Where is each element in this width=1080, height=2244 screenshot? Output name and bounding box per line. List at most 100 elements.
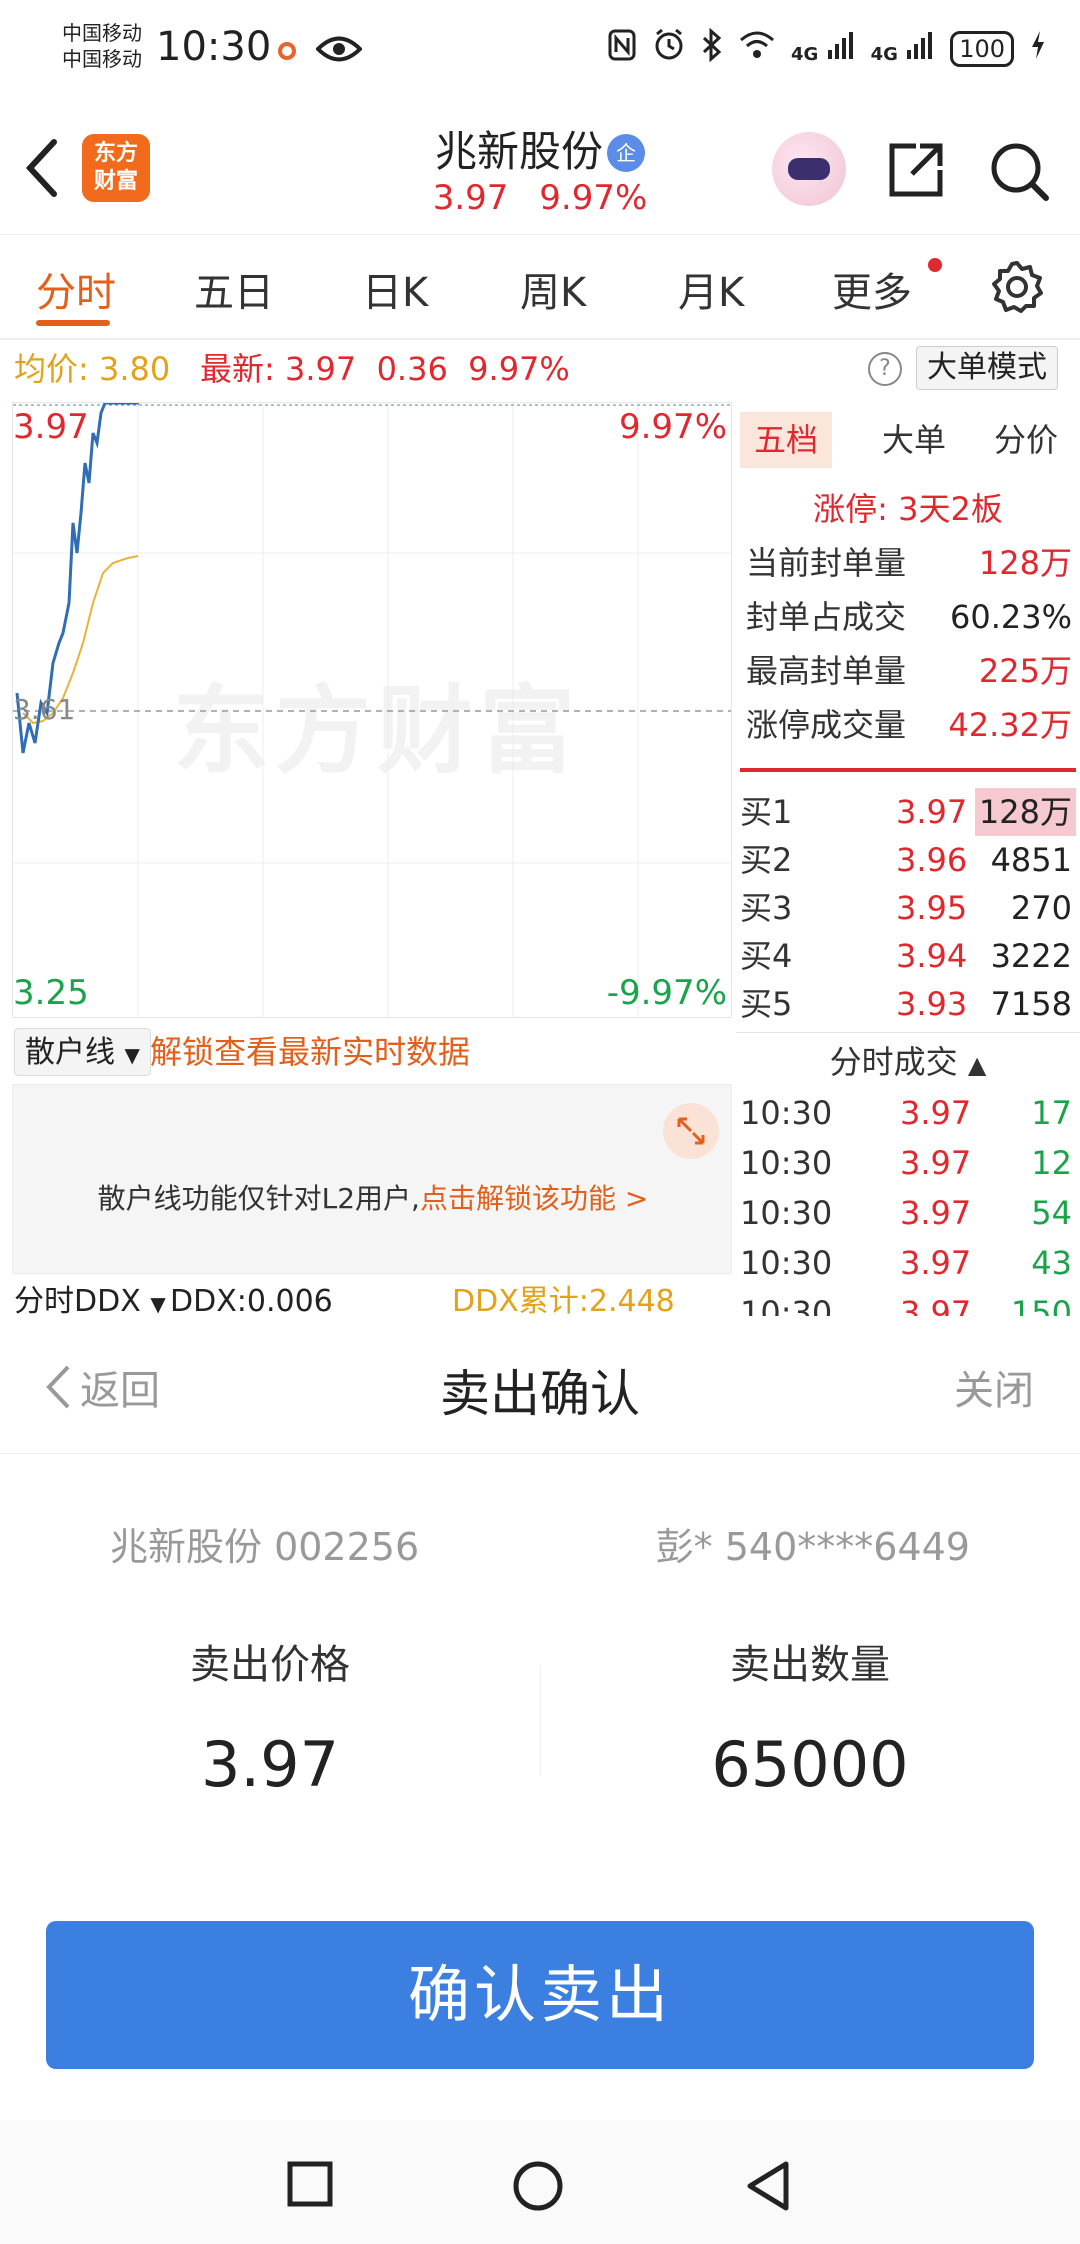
tab-more[interactable]: 更多 [832,260,912,318]
tab-five-day[interactable]: 五日 [194,260,274,318]
big-order-mode-button[interactable]: 大单模式 [916,346,1058,390]
locked-feature-message: 散户线功能仅针对L2用户,点击解锁该功能 > [13,1177,733,1217]
seal-stat-row: 涨停成交量 42.32万 [746,698,1072,752]
recents-icon[interactable] [286,2160,334,2212]
intraday-chart[interactable]: 东方财富 3.97 9.97% 3.61 3.25 -9.97% [12,402,732,1018]
search-icon[interactable] [988,140,1050,206]
chart-top-price: 3.97 [13,407,89,447]
latest-value: 3.97 [284,350,357,388]
chart-period-tabs: 分时 五日 日K 周K 月K 更多 [0,236,1080,340]
indicator-select-label: 散户线 [25,1035,115,1070]
sell-price-label: 卖出价格 [190,1642,350,1688]
indicator-select[interactable]: 散户线 ▼ [14,1028,151,1076]
bid-row[interactable]: 买3 3.95 270 [740,884,1076,932]
trade-time: 10:30 [740,1094,833,1132]
seal-stat-label: 涨停成交量 [746,706,907,744]
retail-line-section: 散户线 ▼ 解锁查看最新实时数据 散户线功能仅针对L2用户,点击解锁该功能 > … [12,1022,732,1322]
bid-qty: 128万 [974,788,1076,836]
tab-price-distribution[interactable]: 分价 [980,412,1072,468]
trade-price: 3.97 [900,1244,972,1282]
order-book-tabs: 五档 大单 分价 [736,402,1080,468]
sell-price-block: 卖出价格 3.97 [0,1632,540,1801]
recording-dot-icon [278,42,296,60]
notification-dot [928,258,942,272]
unlock-feature-link[interactable]: 点击解锁该功能 > [420,1182,648,1215]
bid-row[interactable]: 买4 3.94 3222 [740,932,1076,980]
latest-change: 0.36 [376,350,448,388]
tab-big-orders[interactable]: 大单 [868,412,960,468]
tab-weekly-k[interactable]: 周K [520,260,586,318]
bid-row[interactable]: 买2 3.96 4851 [740,836,1076,884]
trade-volume: 43 [1031,1244,1072,1282]
latest-change-pct: 9.97% [468,350,570,388]
unlock-realtime-link[interactable]: 解锁查看最新实时数据 [150,1028,470,1076]
seal-stat-value: 42.32万 [948,706,1072,744]
stock-price: 3.97 [432,178,509,218]
trades-header[interactable]: 分时成交 ▲ [736,1032,1080,1083]
tab-intraday[interactable]: 分时 [36,260,116,318]
intraday-chart-svg [13,403,731,1017]
bid-level: 买3 [740,889,793,927]
expand-icon[interactable] [663,1103,719,1159]
locked-feature-text: 散户线功能仅针对L2用户, [97,1182,420,1215]
help-icon[interactable]: ? [868,352,902,386]
avg-price-value: 3.80 [98,350,171,388]
ddx-select-label: 分时DDX [14,1284,141,1319]
charging-icon [1030,30,1046,67]
limit-up-info: 涨停: 3天2板 [813,490,1003,528]
sell-qty-label: 卖出数量 [730,1642,890,1688]
locked-feature-box[interactable]: 散户线功能仅针对L2用户,点击解锁该功能 > [12,1084,732,1274]
chart-mid-price: 3.61 [13,693,76,726]
signal-2-icon: 4G [871,30,935,67]
chart-bottom-price: 3.25 [13,973,89,1013]
tab-daily-k[interactable]: 日K [362,260,428,318]
bid-level: 买4 [740,937,793,975]
trade-time: 10:30 [740,1194,833,1232]
assistant-avatar[interactable] [772,132,846,206]
stock-change-pct: 9.97% [539,178,648,218]
battery-icon: 100 [950,30,1014,67]
seal-stat-row: 封单占成交 60.23% [746,590,1072,644]
stock-code-label: 兆新股份 002256 [110,1525,420,1569]
trade-volume: 54 [1031,1194,1072,1232]
sheet-title: 卖出确认 [440,1365,640,1423]
seal-stat-row: 最高封单量 225万 [746,644,1072,698]
confirm-sell-button[interactable]: 确认卖出 [46,1921,1034,2069]
latest-label: 最新: [200,350,275,388]
order-book-panel: 五档 大单 分价 涨停: 3天2板 当前封单量 128万 封单占成交 60.23… [736,402,1080,1318]
bid-qty: 4851 [990,841,1072,879]
status-icons: 4G 4G 100 [607,27,1046,69]
bid-price: 3.94 [896,937,968,975]
bid-price: 3.93 [896,985,968,1023]
price-info-row: 均价: 3.80 最新: 3.97 0.36 9.97% ? 大单模式 [0,344,1080,394]
tab-five-levels[interactable]: 五档 [740,412,833,468]
signal-1-icon: 4G [791,30,855,67]
carrier-2: 中国移动 [62,47,142,71]
share-icon[interactable] [886,140,946,204]
signal-2-label: 4G [870,44,898,65]
trade-row: 10:30 3.97 54 [740,1188,1076,1238]
bid-row[interactable]: 买5 3.93 7158 [740,980,1076,1028]
account-label: 彭* 540****6449 [655,1525,970,1569]
caret-down-icon: ▼ [150,1292,166,1316]
sell-confirm-sheet: 返回 卖出确认 关闭 兆新股份 002256 彭* 540****6449 卖出… [0,1316,1080,2244]
back-triangle-icon[interactable] [744,2160,792,2216]
trade-row: 10:30 3.97 150 [740,1288,1076,1318]
trade-price: 3.97 [900,1294,972,1318]
gear-icon[interactable] [990,260,1044,318]
trade-volume: 17 [1031,1094,1072,1132]
sheet-header: 返回 卖出确认 关闭 [0,1316,1080,1454]
tab-monthly-k[interactable]: 月K [678,260,744,318]
divider [740,768,1076,772]
active-tab-underline [36,320,110,326]
home-icon[interactable] [512,2160,564,2216]
bid-row[interactable]: 买1 3.97 128万 [740,788,1076,836]
sheet-close-button[interactable]: 关闭 [954,1358,1034,1416]
bluetooth-icon [701,27,723,69]
sell-qty-block: 卖出数量 65000 [540,1632,1080,1801]
trade-price: 3.97 [900,1144,972,1182]
wifi-icon [739,30,775,67]
trade-volume: 150 [1010,1294,1072,1318]
eye-icon [315,34,363,68]
status-bar: 中国移动 中国移动 10:30 4G 4G 100 [0,0,1080,100]
